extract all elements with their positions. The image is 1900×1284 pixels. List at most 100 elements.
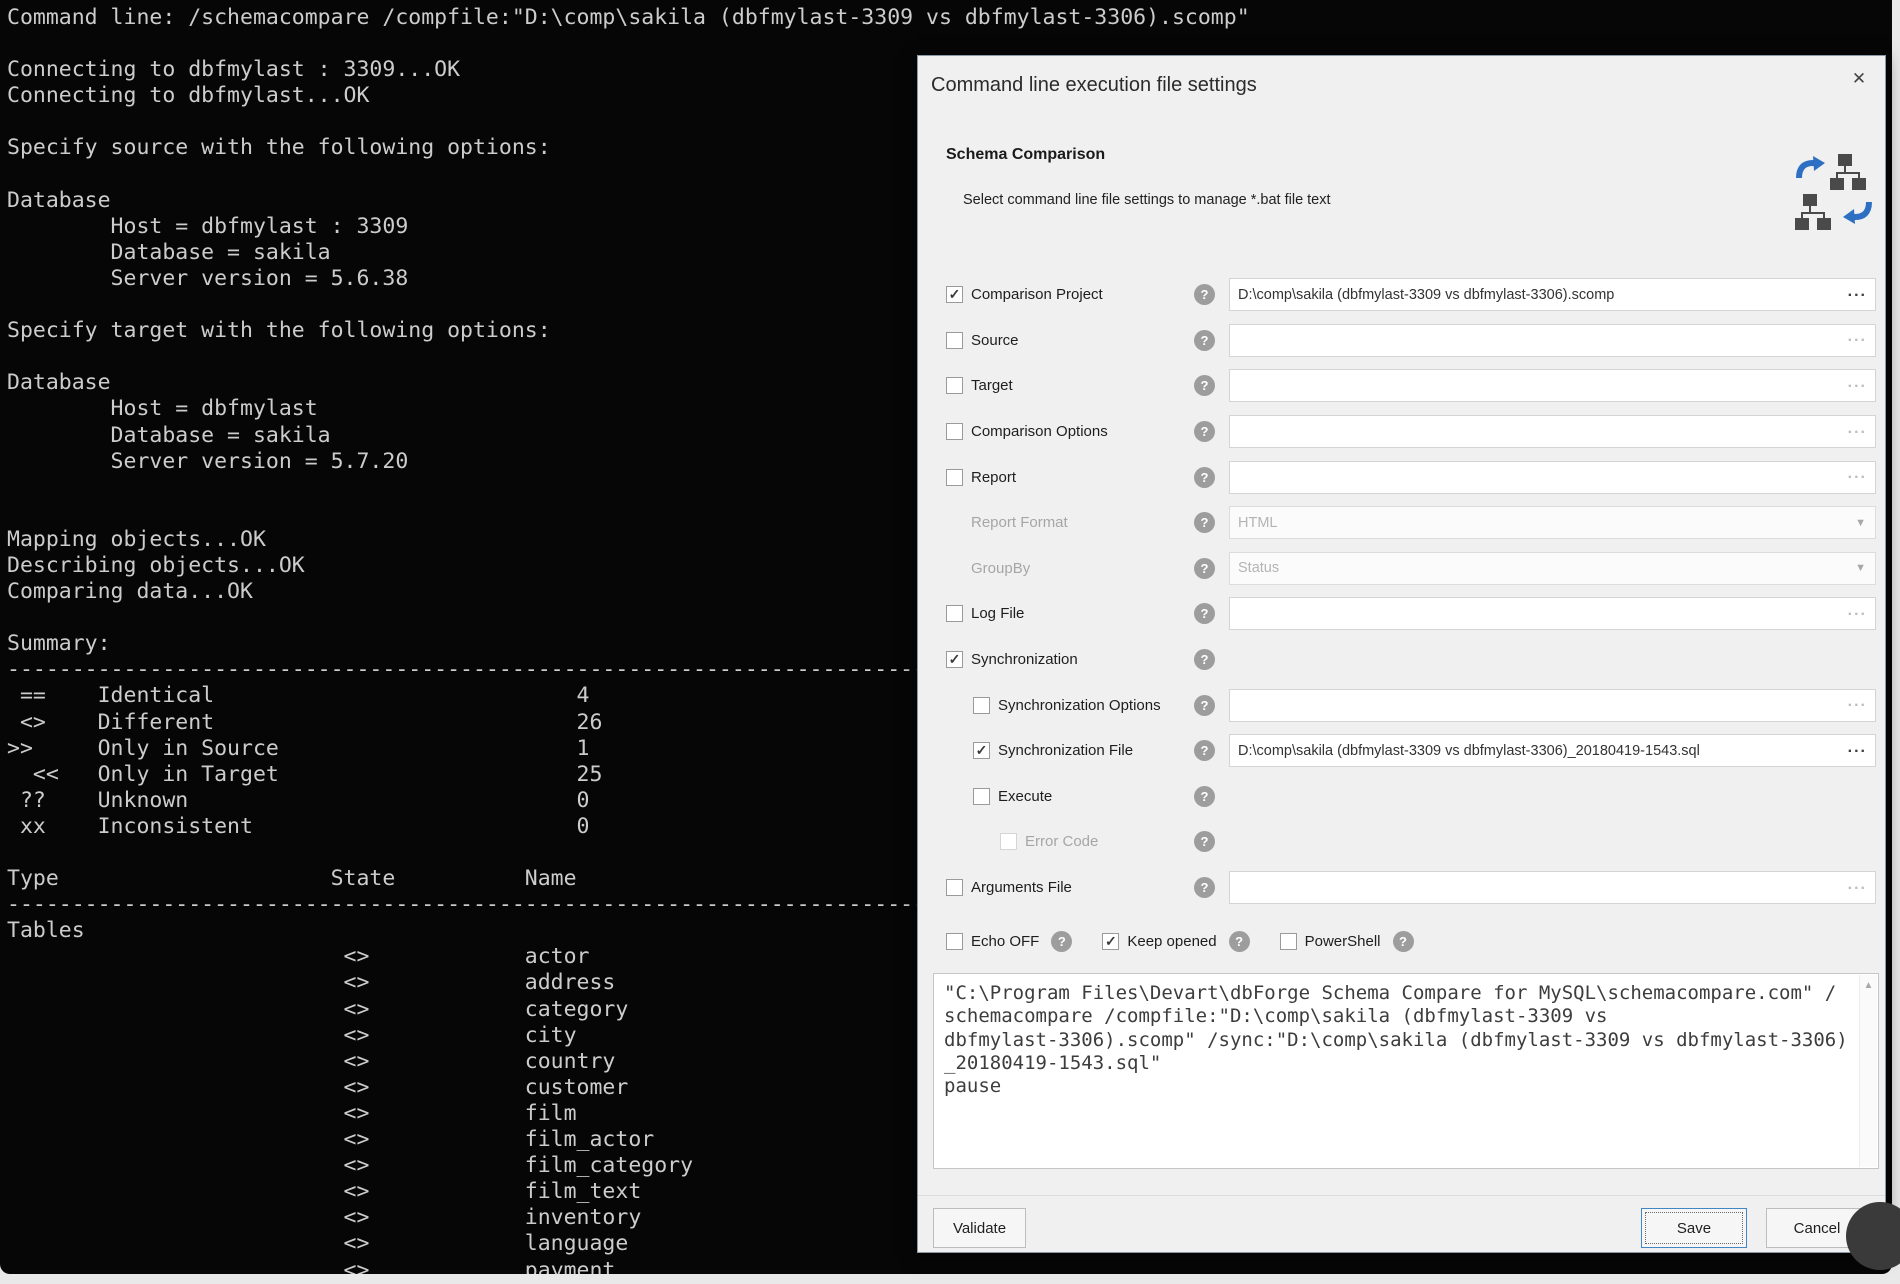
validate-button[interactable]: Validate: [933, 1208, 1026, 1248]
help-icon[interactable]: ?: [1194, 421, 1215, 442]
row-source: Source ? ...: [918, 318, 1885, 364]
report-label: Report: [971, 469, 1016, 486]
synchronization-file-checkbox[interactable]: ✓: [973, 742, 990, 759]
scrollbar[interactable]: ▲: [1859, 975, 1877, 1167]
execute-label: Execute: [998, 788, 1052, 805]
comparison-options-input[interactable]: ...: [1229, 415, 1876, 448]
source-label: Source: [971, 332, 1019, 349]
row-synchronization-file: ✓ Synchronization File ? D:\comp\sakila …: [918, 728, 1885, 774]
row-target: Target ? ...: [918, 363, 1885, 409]
comparison-project-input[interactable]: D:\comp\sakila (dbfmylast-3309 vs dbfmyl…: [1229, 278, 1876, 311]
help-icon[interactable]: ?: [1194, 467, 1215, 488]
echo-off-checkbox[interactable]: [946, 933, 963, 950]
comparison-project-label: Comparison Project: [971, 286, 1103, 303]
help-icon[interactable]: ?: [1194, 512, 1215, 533]
help-icon[interactable]: ?: [1194, 786, 1215, 807]
row-comparison-project: ✓ Comparison Project ? D:\comp\sakila (d…: [918, 272, 1885, 318]
dialog-title: Command line execution file settings: [931, 74, 1257, 97]
help-icon[interactable]: ?: [1194, 558, 1215, 579]
comparison-options-label: Comparison Options: [971, 423, 1108, 440]
comparison-project-checkbox[interactable]: ✓: [946, 286, 963, 303]
browse-button[interactable]: ...: [1848, 465, 1875, 489]
save-button[interactable]: Save: [1641, 1208, 1747, 1248]
row-synchronization-options: Synchronization Options ? ...: [918, 682, 1885, 728]
synchronization-file-input[interactable]: D:\comp\sakila (dbfmylast-3309 vs dbfmyl…: [1229, 734, 1876, 767]
target-checkbox[interactable]: [946, 377, 963, 394]
help-icon[interactable]: ?: [1051, 931, 1072, 952]
dialog-footer: Validate Save Cancel: [918, 1195, 1885, 1252]
browse-button[interactable]: ...: [1848, 602, 1875, 626]
close-icon[interactable]: ✕: [1846, 66, 1872, 92]
source-checkbox[interactable]: [946, 332, 963, 349]
synchronization-options-label: Synchronization Options: [998, 697, 1161, 714]
row-groupby: GroupBy ? Status ▼: [918, 546, 1885, 592]
synchronization-options-input[interactable]: ...: [1229, 689, 1876, 722]
row-arguments-file: Arguments File ? ...: [918, 865, 1885, 911]
keep-opened-option: ✓ Keep opened ?: [1102, 931, 1249, 952]
powershell-option: PowerShell ?: [1280, 931, 1414, 952]
help-icon[interactable]: ?: [1194, 330, 1215, 351]
field-value: D:\comp\sakila (dbfmylast-3309 vs dbfmyl…: [1230, 743, 1848, 759]
help-icon[interactable]: ?: [1194, 649, 1215, 670]
powershell-checkbox[interactable]: [1280, 933, 1297, 950]
bat-file-text-area[interactable]: "C:\Program Files\Devart\dbForge Schema …: [933, 973, 1879, 1169]
help-icon[interactable]: ?: [1194, 877, 1215, 898]
field-value: D:\comp\sakila (dbfmylast-3309 vs dbfmyl…: [1230, 287, 1848, 303]
browse-button[interactable]: ...: [1848, 420, 1875, 444]
help-icon[interactable]: ?: [1194, 831, 1215, 852]
browse-button[interactable]: ...: [1848, 693, 1875, 717]
arguments-file-label: Arguments File: [971, 879, 1072, 896]
row-execute: Execute ?: [918, 774, 1885, 820]
report-input[interactable]: ...: [1229, 461, 1876, 494]
browse-button[interactable]: ...: [1848, 283, 1875, 307]
browse-button[interactable]: ...: [1848, 328, 1875, 352]
help-icon[interactable]: ?: [1194, 375, 1215, 396]
browse-button[interactable]: ...: [1848, 374, 1875, 398]
help-icon[interactable]: ?: [1194, 740, 1215, 761]
synchronization-options-checkbox[interactable]: [973, 697, 990, 714]
synchronization-checkbox[interactable]: ✓: [946, 651, 963, 668]
help-icon[interactable]: ?: [1229, 931, 1250, 952]
help-icon[interactable]: ?: [1194, 695, 1215, 716]
arguments-file-input[interactable]: ...: [1229, 871, 1876, 904]
log-file-checkbox[interactable]: [946, 605, 963, 622]
command-line-settings-dialog: Command line execution file settings ✕ S…: [917, 55, 1886, 1253]
schema-comparison-heading: Schema Comparison: [946, 146, 1105, 164]
arguments-file-checkbox[interactable]: [946, 879, 963, 896]
row-report-format: Report Format ? HTML ▼: [918, 500, 1885, 546]
keep-opened-checkbox[interactable]: ✓: [1102, 933, 1119, 950]
comparison-options-checkbox[interactable]: [946, 423, 963, 440]
target-input[interactable]: ...: [1229, 369, 1876, 402]
report-format-select: HTML ▼: [1229, 506, 1876, 539]
schema-compare-logo-icon: [1791, 144, 1877, 241]
help-icon[interactable]: ?: [1194, 284, 1215, 305]
source-input[interactable]: ...: [1229, 324, 1876, 357]
scroll-up-icon[interactable]: ▲: [1860, 980, 1877, 991]
row-log-file: Log File ? ...: [918, 591, 1885, 637]
row-synchronization: ✓ Synchronization ?: [918, 637, 1885, 683]
powershell-label: PowerShell: [1305, 933, 1381, 950]
chevron-down-icon: ▼: [1855, 562, 1875, 574]
execute-checkbox[interactable]: [973, 788, 990, 805]
browse-button[interactable]: ...: [1848, 739, 1875, 763]
bat-options-row: Echo OFF ? ✓ Keep opened ? PowerShell ?: [946, 931, 1414, 952]
chevron-down-icon: ▼: [1855, 517, 1875, 529]
browse-button[interactable]: ...: [1848, 876, 1875, 900]
groupby-select: Status ▼: [1229, 552, 1876, 585]
row-report: Report ? ...: [918, 454, 1885, 500]
help-icon[interactable]: ?: [1393, 931, 1414, 952]
help-icon[interactable]: ?: [1194, 603, 1215, 624]
error-code-checkbox: [1000, 833, 1017, 850]
log-file-input[interactable]: ...: [1229, 597, 1876, 630]
report-format-label: Report Format: [971, 514, 1068, 531]
target-label: Target: [971, 377, 1013, 394]
synchronization-label: Synchronization: [971, 651, 1078, 668]
bat-file-text: "C:\Program Files\Devart\dbForge Schema …: [934, 974, 1878, 1098]
keep-opened-label: Keep opened: [1127, 933, 1216, 950]
echo-off-option: Echo OFF ?: [946, 931, 1072, 952]
groupby-label: GroupBy: [971, 560, 1030, 577]
report-checkbox[interactable]: [946, 469, 963, 486]
synchronization-file-label: Synchronization File: [998, 742, 1133, 759]
settings-rows: ✓ Comparison Project ? D:\comp\sakila (d…: [918, 272, 1885, 910]
log-file-label: Log File: [971, 605, 1024, 622]
